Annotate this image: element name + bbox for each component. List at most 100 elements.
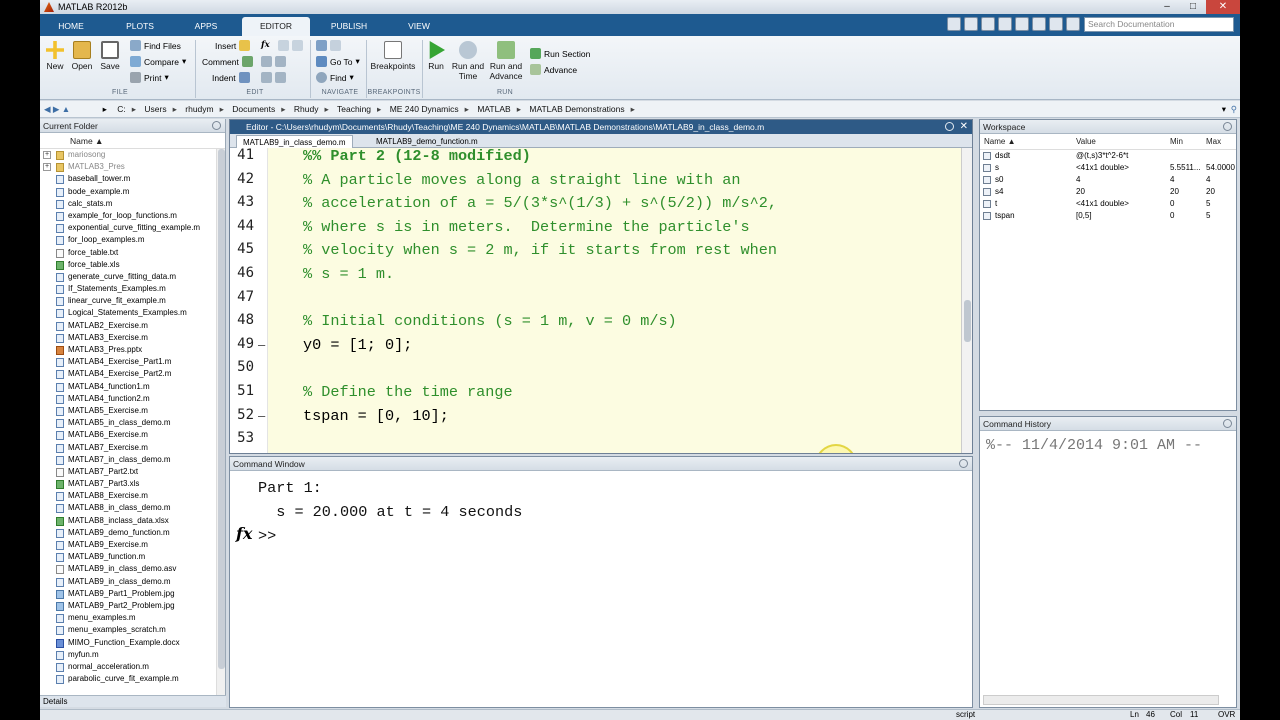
line-number[interactable]: 50 bbox=[230, 359, 254, 375]
file-list-item[interactable]: MATLAB7_Exercise.m bbox=[40, 442, 225, 454]
file-list-item[interactable]: force_table.txt bbox=[40, 247, 225, 259]
panel-actions-icon[interactable] bbox=[945, 122, 954, 131]
find-button[interactable]: Find ▾ bbox=[316, 72, 354, 83]
comment-icon[interactable] bbox=[261, 56, 272, 67]
indent-button[interactable]: Indent bbox=[212, 72, 250, 83]
breadcrumb-rhudy[interactable]: Rhudy bbox=[294, 104, 319, 114]
file-list-item[interactable]: MATLAB3_Pres.pptx bbox=[40, 344, 225, 356]
line-number[interactable]: 43 bbox=[230, 194, 254, 210]
new-button[interactable]: New bbox=[44, 41, 66, 71]
file-list-item[interactable]: MATLAB7_Part3.xls bbox=[40, 478, 225, 490]
file-list-item[interactable]: MATLAB9_Part1_Problem.jpg bbox=[40, 588, 225, 600]
breakpoints-button[interactable]: Breakpoints bbox=[370, 41, 416, 71]
file-list-item[interactable]: MATLAB8_inclass_data.xlsx bbox=[40, 515, 225, 527]
code-line[interactable]: % A particle moves along a straight line… bbox=[303, 171, 740, 189]
code-line[interactable]: % where s is in meters. Determine the pa… bbox=[303, 218, 750, 236]
file-list-item[interactable]: MATLAB7_Part2.txt bbox=[40, 466, 225, 478]
breadcrumb-rhudym[interactable]: rhudym bbox=[185, 104, 213, 114]
file-list-item[interactable]: Logical_Statements_Examples.m bbox=[40, 307, 225, 319]
file-list-item[interactable]: generate_curve_fitting_data.m bbox=[40, 271, 225, 283]
panel-actions-icon[interactable] bbox=[1223, 419, 1232, 428]
workspace-variable-row[interactable]: dsdt @(t,s)3*t^2-6*t bbox=[980, 150, 1236, 162]
file-list-item[interactable]: MATLAB2_Exercise.m bbox=[40, 320, 225, 332]
back-arrow-icon[interactable] bbox=[316, 40, 327, 51]
run-and-time-button[interactable]: Run and Time bbox=[450, 41, 486, 81]
line-number[interactable]: 51 bbox=[230, 383, 254, 399]
breadcrumb-users[interactable]: Users bbox=[144, 104, 166, 114]
file-list-item[interactable]: calc_stats.m bbox=[40, 198, 225, 210]
line-number[interactable]: 49 bbox=[230, 336, 254, 352]
file-list-item[interactable]: exponential_curve_fitting_example.m bbox=[40, 222, 225, 234]
redo-icon[interactable] bbox=[1032, 17, 1046, 31]
line-number[interactable]: 53 bbox=[230, 430, 254, 446]
command-prompt[interactable]: >> bbox=[258, 527, 276, 545]
breadcrumb-documents[interactable]: Documents bbox=[232, 104, 275, 114]
line-number[interactable]: 46 bbox=[230, 265, 254, 281]
address-dropdown-icon[interactable]: ▾ bbox=[1222, 101, 1226, 118]
line-number[interactable]: 48 bbox=[230, 312, 254, 328]
breadcrumb-me240[interactable]: ME 240 Dynamics bbox=[390, 104, 459, 114]
file-list-item[interactable]: force_table.xls bbox=[40, 259, 225, 271]
expand-icon[interactable]: + bbox=[43, 151, 51, 159]
file-list-item[interactable]: myfun.m bbox=[40, 649, 225, 661]
line-number[interactable]: 47 bbox=[230, 289, 254, 305]
file-list-item[interactable]: MATLAB4_function2.m bbox=[40, 393, 225, 405]
close-icon[interactable]: ✕ bbox=[960, 120, 968, 134]
open-button[interactable]: Open bbox=[70, 41, 94, 71]
help-icon[interactable] bbox=[1066, 17, 1080, 31]
minimize-button[interactable]: – bbox=[1154, 0, 1180, 14]
tab-home[interactable]: HOME bbox=[46, 17, 96, 36]
breadcrumb-teaching[interactable]: Teaching bbox=[337, 104, 371, 114]
fx-icon[interactable]: fx bbox=[236, 524, 252, 543]
workspace-variable-row[interactable]: s4 20 20 20 bbox=[980, 186, 1236, 198]
file-list-item[interactable]: MATLAB5_in_class_demo.m bbox=[40, 417, 225, 429]
uncomment-icon[interactable] bbox=[275, 56, 286, 67]
file-list-item[interactable]: MATLAB4_function1.m bbox=[40, 381, 225, 393]
run-button[interactable]: Run bbox=[424, 41, 448, 71]
code-line[interactable]: tspan = [0, 10]; bbox=[303, 407, 449, 425]
file-list-item[interactable]: If_Statements_Examples.m bbox=[40, 283, 225, 295]
file-list-item[interactable]: MIMO_Function_Example.docx bbox=[40, 637, 225, 649]
file-list-item[interactable]: MATLAB9_function.m bbox=[40, 551, 225, 563]
file-list-item[interactable]: MATLAB4_Exercise_Part1.m bbox=[40, 356, 225, 368]
file-list-item[interactable]: MATLAB4_Exercise_Part2.m bbox=[40, 368, 225, 380]
line-number[interactable]: 52 bbox=[230, 407, 254, 423]
comment-button[interactable]: Comment bbox=[202, 56, 253, 67]
file-list-item[interactable]: for_loop_examples.m bbox=[40, 234, 225, 246]
file-list-item[interactable]: menu_examples_scratch.m bbox=[40, 624, 225, 636]
file-list-item[interactable]: + MATLAB3_Pres bbox=[40, 161, 225, 173]
file-list-item[interactable]: MATLAB8_Exercise.m bbox=[40, 490, 225, 502]
file-list-item[interactable]: MATLAB9_demo_function.m bbox=[40, 527, 225, 539]
command-window-panel[interactable]: Command Window Part 1: s = 20.000 at t =… bbox=[229, 456, 973, 708]
smart-indent-icon[interactable] bbox=[261, 72, 272, 83]
search-icon[interactable]: ⚲ bbox=[1231, 101, 1237, 118]
copy-icon[interactable] bbox=[981, 17, 995, 31]
scrollbar-thumb[interactable] bbox=[964, 300, 971, 342]
breakpoint-marker[interactable]: — bbox=[258, 409, 265, 423]
tab-publish[interactable]: PUBLISH bbox=[318, 17, 380, 36]
panel-actions-icon[interactable] bbox=[959, 459, 968, 468]
editor-tab-in-class-demo[interactable]: MATLAB9_in_class_demo.m bbox=[236, 135, 353, 148]
file-list-item[interactable]: MATLAB8_in_class_demo.m bbox=[40, 502, 225, 514]
folder-scrollbar[interactable] bbox=[216, 149, 225, 695]
scrollbar-thumb[interactable] bbox=[218, 149, 225, 669]
paste-icon[interactable] bbox=[998, 17, 1012, 31]
editor-scrollbar[interactable] bbox=[961, 148, 972, 453]
file-list-item[interactable]: + mariosong bbox=[40, 149, 225, 161]
file-list-item[interactable]: baseball_tower.m bbox=[40, 173, 225, 185]
code-line[interactable]: % acceleration of a = 5/(3*s^(1/3) + s^(… bbox=[303, 194, 777, 212]
insert-button[interactable]: Insert bbox=[215, 40, 251, 51]
workspace-variable-row[interactable]: s0 4 4 4 bbox=[980, 174, 1236, 186]
find-files-button[interactable]: Find Files bbox=[130, 40, 181, 51]
insert-dropdown-icon[interactable] bbox=[292, 40, 303, 51]
insert-function-button[interactable]: fx bbox=[261, 40, 270, 50]
file-list-item[interactable]: MATLAB7_in_class_demo.m bbox=[40, 454, 225, 466]
compare-button[interactable]: Compare ▾ bbox=[130, 56, 186, 67]
column-name[interactable]: Name ▲ bbox=[984, 137, 1015, 146]
cut-icon[interactable] bbox=[964, 17, 978, 31]
run-and-advance-button[interactable]: Run and Advance bbox=[488, 41, 524, 81]
file-list-item[interactable]: MATLAB6_Exercise.m bbox=[40, 429, 225, 441]
decrease-indent-icon[interactable] bbox=[275, 72, 286, 83]
save-icon[interactable] bbox=[947, 17, 961, 31]
file-list-item[interactable]: MATLAB9_in_class_demo.m bbox=[40, 576, 225, 588]
